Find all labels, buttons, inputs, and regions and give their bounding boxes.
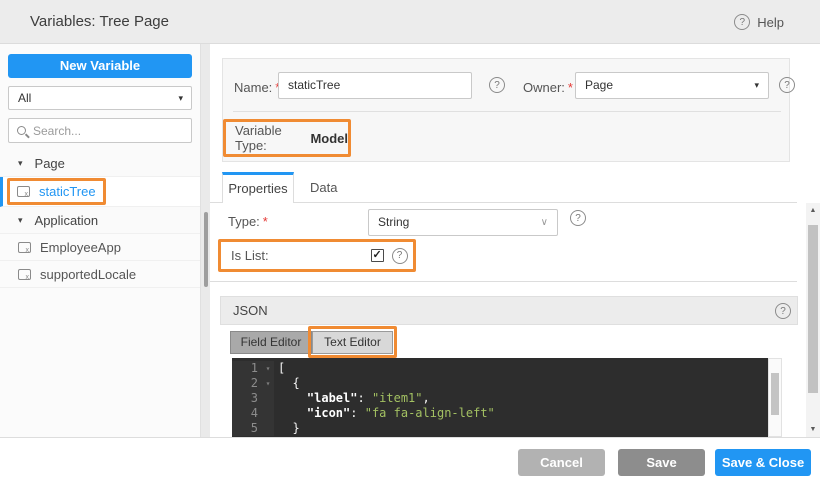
line-number: 3 <box>232 391 262 406</box>
type-value: String <box>378 215 410 229</box>
tree-item-employeeapp[interactable]: EmployeeApp <box>0 234 200 261</box>
sidebar-scrollbar-thumb[interactable] <box>204 212 208 287</box>
json-text-editor[interactable]: 1 ▾ [ 2 ▾ { 3 "label": "item1", 4 "icon"… <box>232 358 768 437</box>
caret-down-icon: ▾ <box>18 214 23 225</box>
variable-type-highlight-box: Variable Type: Model <box>223 119 351 157</box>
variables-sidebar: New Variable All ▾ Search... ▾ Page stat… <box>0 44 200 437</box>
window-header: Variables: Tree Page ? Help <box>0 0 820 44</box>
code-line: 4 "icon": "fa fa-align-left" <box>232 406 768 421</box>
tab-properties[interactable]: Properties <box>222 172 294 203</box>
name-field[interactable]: staticTree <box>278 72 472 99</box>
type-help-icon[interactable]: ? <box>570 210 586 226</box>
caret-down-icon: ▾ <box>754 80 759 90</box>
variable-icon <box>18 268 31 281</box>
scroll-up-icon[interactable]: ▲ <box>806 207 820 214</box>
tree-item-label: EmployeeApp <box>40 239 121 255</box>
fold-caret-icon <box>262 391 274 406</box>
tree-item-label: staticTree <box>39 184 96 199</box>
variable-detail-panel: Name:* staticTree ? Owner:* Page ▾ ? Var… <box>210 44 820 437</box>
tab-data[interactable]: Data <box>310 172 337 203</box>
is-list-help-icon[interactable]: ? <box>391 247 408 264</box>
code-line: 2 ▾ { <box>232 376 768 391</box>
action-footer: Cancel Save Save & Close <box>0 437 820 491</box>
is-list-checkbox[interactable]: ✓ <box>370 249 384 262</box>
name-value: staticTree <box>288 78 341 92</box>
new-variable-button[interactable]: New Variable <box>8 54 192 78</box>
line-number: 4 <box>232 406 262 421</box>
required-asterisk: * <box>567 80 573 95</box>
content-scrollbar-thumb[interactable] <box>808 225 818 393</box>
editor-scrollbar-thumb[interactable] <box>771 373 779 415</box>
name-label: Name:* <box>234 80 280 95</box>
variables-tree: ▾ Page staticTree ▾ Application Employee… <box>0 150 200 288</box>
name-help-icon[interactable]: ? <box>489 77 505 93</box>
fold-caret-icon <box>262 406 274 421</box>
type-dropdown[interactable]: String ∨ <box>368 209 558 236</box>
code-line: 3 "label": "item1", <box>232 391 768 406</box>
caret-down-icon: ▾ <box>18 157 23 168</box>
fold-caret-icon <box>262 421 274 436</box>
save-and-close-button[interactable]: Save & Close <box>715 449 811 476</box>
variable-summary-panel: Name:* staticTree ? Owner:* Page ▾ ? Var… <box>222 58 795 162</box>
filter-value: All <box>18 91 32 105</box>
type-label: Type: * <box>228 214 268 229</box>
tree-item-supportedlocale[interactable]: supportedLocale <box>0 261 200 288</box>
help-circle-icon: ? <box>734 14 751 30</box>
filter-dropdown[interactable]: All ▾ <box>8 86 192 110</box>
variable-type-value: Model <box>310 130 348 146</box>
sidebar-divider <box>200 44 210 437</box>
tree-item-statictree[interactable]: staticTree <box>0 177 200 207</box>
search-icon <box>17 126 26 135</box>
json-section-header: JSON ? <box>220 296 798 325</box>
tree-group-label: Application <box>34 212 99 228</box>
line-number: 2 <box>232 376 262 391</box>
text-editor-button[interactable]: Text Editor <box>312 331 393 354</box>
save-button[interactable]: Save <box>618 449 705 476</box>
fold-caret-icon[interactable]: ▾ <box>262 361 274 376</box>
is-list-highlight-box: Is List: ✓ ? <box>218 239 416 272</box>
line-number: 5 <box>232 421 262 436</box>
tree-item-label: supportedLocale <box>40 266 137 282</box>
tree-group-page[interactable]: ▾ Page <box>0 150 200 177</box>
search-input[interactable]: Search... <box>8 118 192 143</box>
owner-value: Page <box>585 78 614 92</box>
help-label: Help <box>757 14 784 30</box>
field-editor-button[interactable]: Field Editor <box>230 331 312 354</box>
tab-underline <box>210 202 797 203</box>
required-asterisk: * <box>262 214 268 229</box>
is-list-label: Is List: <box>231 248 269 263</box>
panel-separator <box>233 111 781 112</box>
search-placeholder: Search... <box>33 123 82 138</box>
variable-icon <box>17 186 30 198</box>
editor-scrollbar[interactable] <box>768 358 782 437</box>
cancel-button[interactable]: Cancel <box>518 449 605 476</box>
tree-group-application[interactable]: ▾ Application <box>0 207 200 234</box>
owner-help-icon[interactable]: ? <box>779 77 795 93</box>
variable-type-label: Variable Type: <box>235 123 282 153</box>
json-help-icon[interactable]: ? <box>775 303 791 319</box>
chevron-down-icon: ∨ <box>540 217 548 228</box>
code-line: 5 } <box>232 421 768 436</box>
line-number: 1 <box>232 361 262 376</box>
properties-separator <box>210 281 797 282</box>
page-title: Variables: Tree Page <box>30 13 169 30</box>
json-title: JSON <box>233 303 268 318</box>
help-button[interactable]: ? Help <box>734 0 784 44</box>
code-line: 1 ▾ [ <box>232 361 768 376</box>
variable-icon <box>18 241 31 254</box>
tree-group-label: Page <box>34 155 65 171</box>
owner-dropdown[interactable]: Page ▾ <box>575 72 769 99</box>
highlight-box: staticTree <box>7 178 106 205</box>
content-scrollbar[interactable]: ▲ ▼ <box>806 203 820 437</box>
fold-caret-icon[interactable]: ▾ <box>262 376 274 391</box>
owner-label: Owner: * <box>523 80 573 95</box>
scroll-down-icon[interactable]: ▼ <box>806 426 820 433</box>
caret-down-icon: ▾ <box>178 93 183 103</box>
